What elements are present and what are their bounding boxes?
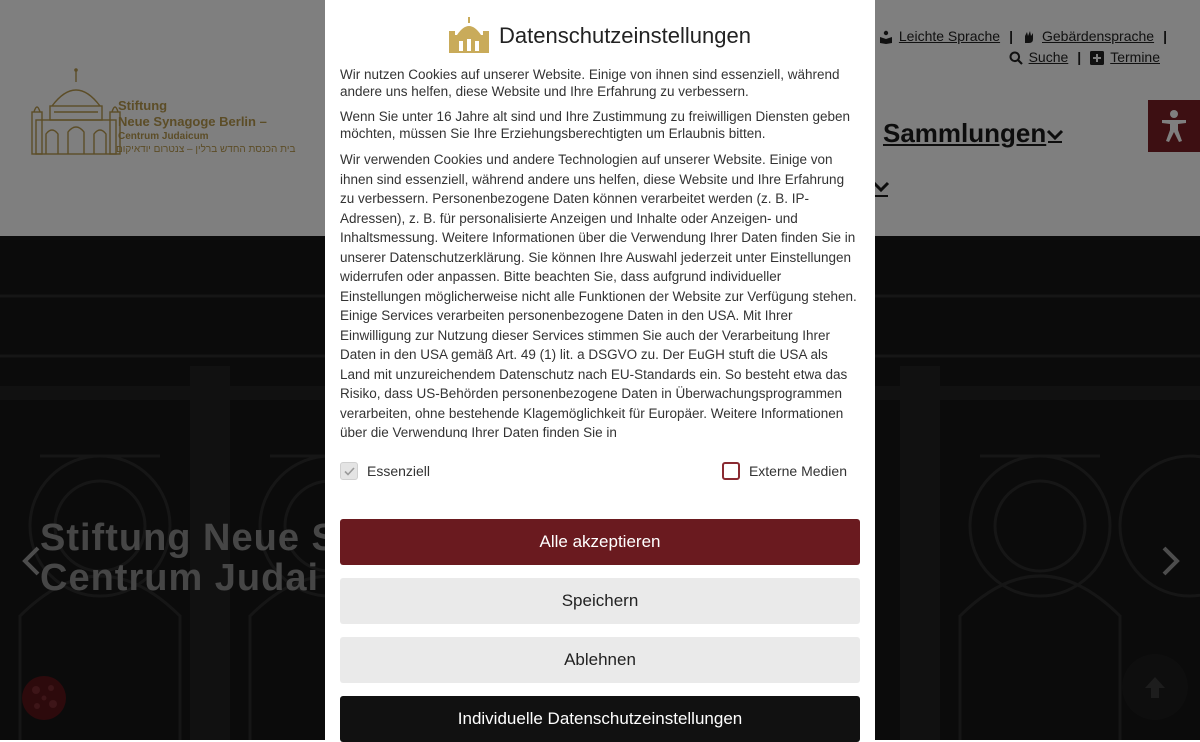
consent-checkboxes: Essenziell Externe Medien <box>340 462 860 486</box>
checkbox-box-externe-medien[interactable] <box>721 462 740 480</box>
description-paragraph: Wir nutzen Cookies auf unserer Website. … <box>340 67 840 99</box>
accept-all-button[interactable]: Alle akzeptieren <box>340 519 860 565</box>
individual-settings-button[interactable]: Individuelle Datenschutzeinstellungen <box>340 696 860 742</box>
checkbox-label-essenziell: Essenziell <box>367 463 431 479</box>
dialog-title: Datenschutzeinstellungen <box>499 23 751 48</box>
description-paragraph: Wir verwenden Cookies und andere Technol… <box>340 152 857 438</box>
dialog-header: Datenschutzeinstellungen <box>325 12 875 60</box>
description-paragraph: Wenn Sie unter 16 Jahre alt sind und Ihr… <box>340 109 851 141</box>
reject-button[interactable]: Ablehnen <box>340 637 860 683</box>
checkbox-externe-medien[interactable]: Externe Medien <box>721 462 847 480</box>
save-button[interactable]: Speichern <box>340 578 860 624</box>
privacy-settings-dialog: Datenschutzeinstellungen Wir nutzen Cook… <box>325 0 875 742</box>
checkbox-essenziell[interactable]: Essenziell <box>340 462 430 480</box>
dialog-description[interactable]: Wir nutzen Cookies auf unserer Website. … <box>340 66 860 438</box>
checkbox-box-essenziell[interactable] <box>340 462 358 480</box>
checkmark-icon <box>343 466 355 476</box>
checkbox-label-externe-medien: Externe Medien <box>748 463 847 479</box>
synagogue-logo-icon <box>449 17 490 53</box>
